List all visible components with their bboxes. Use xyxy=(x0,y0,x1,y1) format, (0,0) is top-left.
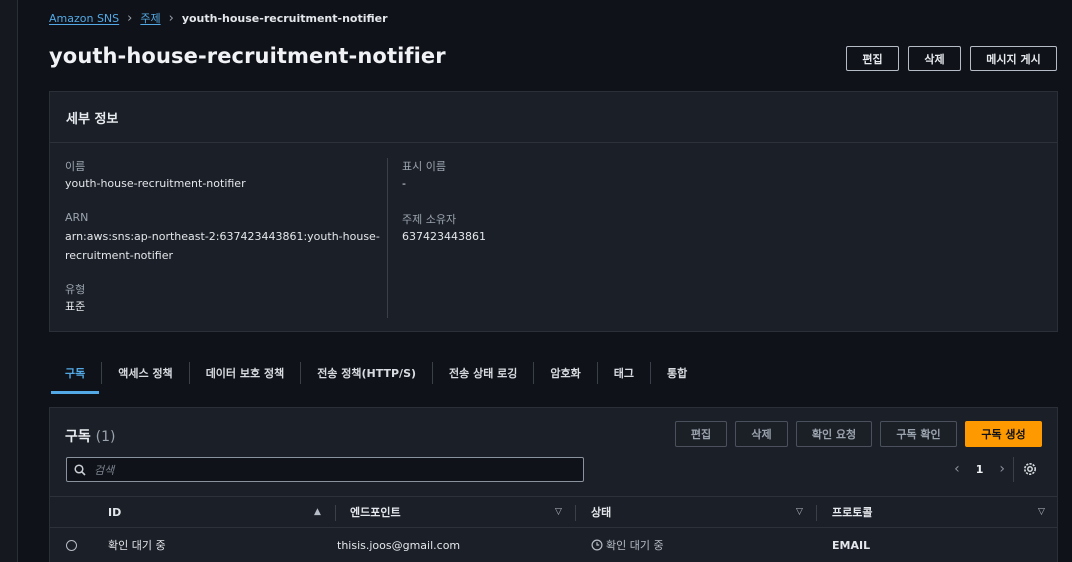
column-header-status[interactable]: 상태 xyxy=(591,497,611,527)
table-row: 확인 대기 중 thisis.joos@gmail.com 확인 대기 중 EM… xyxy=(50,529,1057,561)
create-subscription-button[interactable]: 구독 생성 xyxy=(965,421,1042,447)
gear-icon[interactable] xyxy=(1022,461,1038,477)
chevron-right-icon: › xyxy=(168,10,174,26)
side-nav-rail xyxy=(0,0,18,562)
tab-bar: 구독 액세스 정책 데이터 보호 정책 전송 정책(HTTP/S) 전송 상태 … xyxy=(49,352,1058,394)
name-value: youth-house-recruitment-notifier xyxy=(65,177,246,190)
tab-delivery-status-logging[interactable]: 전송 상태 로깅 xyxy=(433,352,533,394)
tab-tags[interactable]: 태그 xyxy=(598,352,650,394)
tab-integrations[interactable]: 통합 xyxy=(651,352,703,394)
confirm-subscription-button[interactable]: 구독 확인 xyxy=(880,421,957,447)
type-value: 표준 xyxy=(65,300,86,313)
chevron-right-icon[interactable]: › xyxy=(999,461,1005,477)
sort-ascending-icon[interactable]: ▲ xyxy=(314,507,321,517)
column-header-endpoint[interactable]: 엔드포인트 xyxy=(350,497,401,527)
cell-protocol: EMAIL xyxy=(832,538,871,552)
display-name-label: 표시 이름 xyxy=(402,160,446,173)
subscriptions-heading: 구독 (1) xyxy=(65,426,115,446)
details-panel: 세부 정보 이름 youth-house-recruitment-notifie… xyxy=(49,91,1058,332)
subscriptions-count: (1) xyxy=(95,429,116,445)
cell-endpoint: thisis.joos@gmail.com xyxy=(337,538,461,552)
delete-button[interactable]: 삭제 xyxy=(908,46,961,71)
subscriptions-actions: 편집 삭제 확인 요청 구독 확인 구독 생성 xyxy=(675,421,1042,447)
breadcrumb-root-link[interactable]: Amazon SNS xyxy=(49,12,119,25)
subscriptions-panel: 구독 (1) 편집 삭제 확인 요청 구독 확인 구독 생성 검색 ‹ 1 › … xyxy=(49,407,1058,562)
page-title: youth-house-recruitment-notifier xyxy=(49,44,446,68)
name-label: 이름 xyxy=(65,160,86,173)
tab-data-protection-policy[interactable]: 데이터 보호 정책 xyxy=(190,352,301,394)
chevron-right-icon: › xyxy=(127,10,133,26)
column-divider xyxy=(387,158,388,318)
clock-icon xyxy=(591,539,603,551)
arn-label: ARN xyxy=(65,211,89,224)
column-header-protocol[interactable]: 프로토콜 xyxy=(832,497,872,527)
owner-label: 주제 소유자 xyxy=(402,213,457,226)
cell-status: 확인 대기 중 xyxy=(591,529,664,561)
arn-value-line1: arn:aws:sns:ap-northeast-2:637423443861:… xyxy=(65,230,380,243)
pagination: ‹ 1 › xyxy=(954,461,1005,477)
subscription-edit-button[interactable]: 편집 xyxy=(675,421,727,447)
breadcrumb: Amazon SNS › 주제 › youth-house-recruitmen… xyxy=(49,10,388,26)
status-text: 확인 대기 중 xyxy=(606,539,664,552)
search-input[interactable]: 검색 xyxy=(66,457,584,482)
search-placeholder: 검색 xyxy=(94,463,115,477)
breadcrumb-current: youth-house-recruitment-notifier xyxy=(181,11,388,25)
subscriptions-title: 구독 xyxy=(65,429,91,445)
publish-message-button[interactable]: 메시지 게시 xyxy=(970,46,1057,71)
edit-button[interactable]: 편집 xyxy=(846,46,899,71)
pager-divider xyxy=(1013,457,1014,482)
chevron-left-icon[interactable]: ‹ xyxy=(954,461,960,477)
owner-value: 637423443861 xyxy=(402,230,486,243)
sort-toggle-icon[interactable]: ▽ xyxy=(1038,507,1045,517)
table-header: ID ▲ 엔드포인트 ▽ 상태 ▽ 프로토콜 ▽ xyxy=(50,496,1057,528)
page-number[interactable]: 1 xyxy=(976,463,984,476)
subscription-delete-button[interactable]: 삭제 xyxy=(735,421,788,447)
row-select-radio[interactable] xyxy=(66,540,77,551)
sort-toggle-icon[interactable]: ▽ xyxy=(796,507,803,517)
tab-delivery-policy[interactable]: 전송 정책(HTTP/S) xyxy=(301,352,432,394)
column-divider xyxy=(816,505,817,521)
sort-toggle-icon[interactable]: ▽ xyxy=(555,507,562,517)
column-divider xyxy=(335,505,336,521)
column-divider xyxy=(575,505,576,521)
cell-id[interactable]: 확인 대기 중 xyxy=(108,529,166,561)
breadcrumb-section-link[interactable]: 주제 xyxy=(140,10,160,26)
header-actions: 편집 삭제 메시지 게시 xyxy=(846,46,1057,71)
tab-access-policy[interactable]: 액세스 정책 xyxy=(102,352,188,394)
column-header-id[interactable]: ID xyxy=(108,497,121,527)
search-icon xyxy=(74,463,86,476)
type-label: 유형 xyxy=(65,283,86,296)
tab-encryption[interactable]: 암호화 xyxy=(534,352,596,394)
tab-subscriptions[interactable]: 구독 xyxy=(49,352,101,394)
request-confirmation-button[interactable]: 확인 요청 xyxy=(796,421,872,447)
display-name-value: - xyxy=(402,177,406,190)
details-heading: 세부 정보 xyxy=(50,92,1057,143)
arn-value-line2: recruitment-notifier xyxy=(65,249,173,262)
